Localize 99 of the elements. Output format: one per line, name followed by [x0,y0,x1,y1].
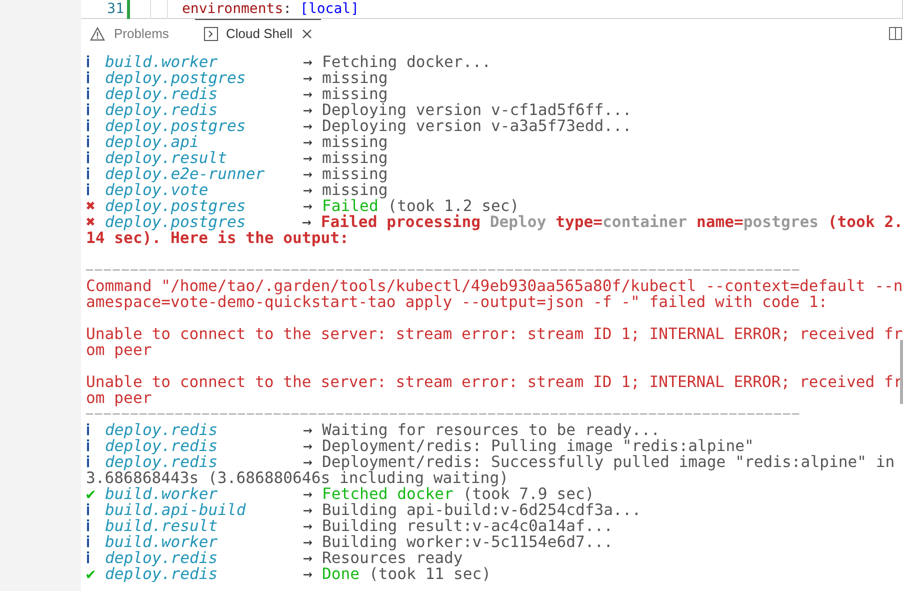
log-message: missing [322,86,388,102]
log-message: missing [322,150,388,166]
arrow-icon: → [303,422,322,438]
scrollbar[interactable] [900,340,903,404]
info-icon: ℹ [86,86,105,102]
arrow-icon: → [303,486,322,502]
info-icon: ℹ [86,70,105,86]
task-name: deploy.redis [105,454,219,470]
log-message: missing [322,134,388,150]
task-name: deploy.postgres [105,70,247,86]
task-name: deploy.postgres [105,118,247,134]
task-name: deploy.e2e-runner [105,166,266,182]
log-message: missing [322,182,388,198]
arrow-icon: → [303,438,322,454]
code-line: environments: [local] [182,0,360,18]
arrow-icon: → [303,166,322,182]
arrow-icon: → [303,502,322,518]
info-icon: ℹ [86,534,105,550]
arrow-icon: → [303,102,322,118]
task-name: deploy.redis [105,86,218,102]
log-message: Building worker:v-5c1154e6d7... [322,534,614,550]
output-line: Unable to connect to the server: stream error: stream ID 1; INTERNAL ERROR; received fr [86,326,903,342]
task-name: build.worker [105,486,219,502]
info-icon: ℹ [86,150,105,166]
panel-tab[interactable]: Problems [81,19,195,48]
log-message: Fetched docker (took 7.9 sec) [322,486,594,502]
log-message: missing [322,70,388,86]
output-line: om peer [86,342,152,358]
info-icon: ℹ [86,102,105,118]
arrow-icon: → [303,150,322,166]
info-icon: ℹ [86,182,105,198]
task-name: deploy.redis [105,438,219,454]
output-line: Command "/home/tao/.garden/tools/kubectl/49eb930aa565a80f/kubectl --context=default --n [86,278,903,294]
task-name: deploy.result [105,150,228,166]
info-icon: ℹ [86,518,105,534]
output-line: amespace=vote-demo-quickstart-tao apply --output=json -f -" failed with code 1: [86,294,828,310]
arrow-icon: → [303,118,322,134]
git-change-bar [127,0,130,18]
task-name: build.result [105,518,218,534]
log-message: Building result:v-ac4c0a14af... [322,518,614,534]
arrow-icon: → [303,70,322,86]
arrow-icon: → [303,54,322,70]
log-message: Deployment/redis: Successfully pulled image "redis:alpine" in [322,454,895,470]
task-name: deploy.redis [105,422,219,438]
log-message: Deploying version v-a3a5f73edd... [322,118,632,134]
info-icon: ℹ [86,134,105,150]
log-message: Resources ready [322,550,463,566]
task-name: deploy.redis [105,102,219,118]
warning-icon [90,26,105,40]
arrow-icon: → [303,454,322,470]
info-icon: ℹ [86,422,105,438]
check-icon: ✔ [86,566,105,582]
arrow-icon: → [303,198,322,214]
arrow-icon: → [303,566,322,582]
cross-icon: ✖ [86,214,105,230]
info-icon: ℹ [86,438,105,454]
log-message: Waiting for resources to be ready... [322,422,660,438]
panel-tab[interactable]: Cloud Shell [195,19,320,48]
cross-icon: ✖ [86,198,105,214]
info-icon: ℹ [86,166,105,182]
close-icon[interactable] [302,28,312,38]
separator-line: ──────────────────────────────────────────────────────────────────────────────── [86,406,801,422]
info-icon: ℹ [86,54,105,70]
log-message: Failed processing Deploy type=container name=postgres (took 2. [320,214,903,230]
arrow-icon: → [303,86,322,102]
arrow-icon: → [303,182,322,198]
log-message: Deploying version v-cf1ad5f6ff... [322,102,632,118]
task-name: deploy.api [105,134,199,150]
task-name: build.worker [105,54,219,70]
log-message: Fetching docker... [322,54,491,70]
arrow-icon: → [302,214,321,230]
log-message: Building api-build:v-6d254cdf3a... [322,502,642,518]
info-icon: ℹ [86,118,105,134]
separator-line: ──────────────────────────────────────────────────────────────────────────────── [86,262,801,278]
terminal-icon [204,26,218,40]
info-icon: ℹ [86,550,105,566]
line-number: 31 [106,0,124,18]
output-line: om peer [86,390,152,406]
info-icon: ℹ [86,454,105,470]
log-message: Deployment/redis: Pulling image "redis:alpine" [322,438,754,454]
log-message: Failed (took 1.2 sec) [322,198,520,214]
info-icon: ℹ [86,502,105,518]
arrow-icon: → [303,134,322,150]
task-name: deploy.vote [105,182,208,198]
log-message: Done (took 11 sec) [322,566,491,582]
output-line: 14 sec). Here is the output: [86,230,349,246]
split-panel-icon[interactable] [889,27,902,40]
task-name: build.api-build [105,502,247,518]
arrow-icon: → [303,550,322,566]
check-icon: ✔ [86,486,105,502]
task-name: deploy.redis [105,550,219,566]
arrow-icon: → [303,518,322,534]
task-name: deploy.postgres [104,214,247,230]
log-message: missing [322,166,388,182]
task-name: deploy.postgres [105,198,247,214]
output-line: 3.686868443s (3.686880646s including waiting) [86,470,508,486]
arrow-icon: → [303,534,322,550]
task-name: build.worker [105,534,219,550]
task-name: deploy.redis [105,566,219,582]
